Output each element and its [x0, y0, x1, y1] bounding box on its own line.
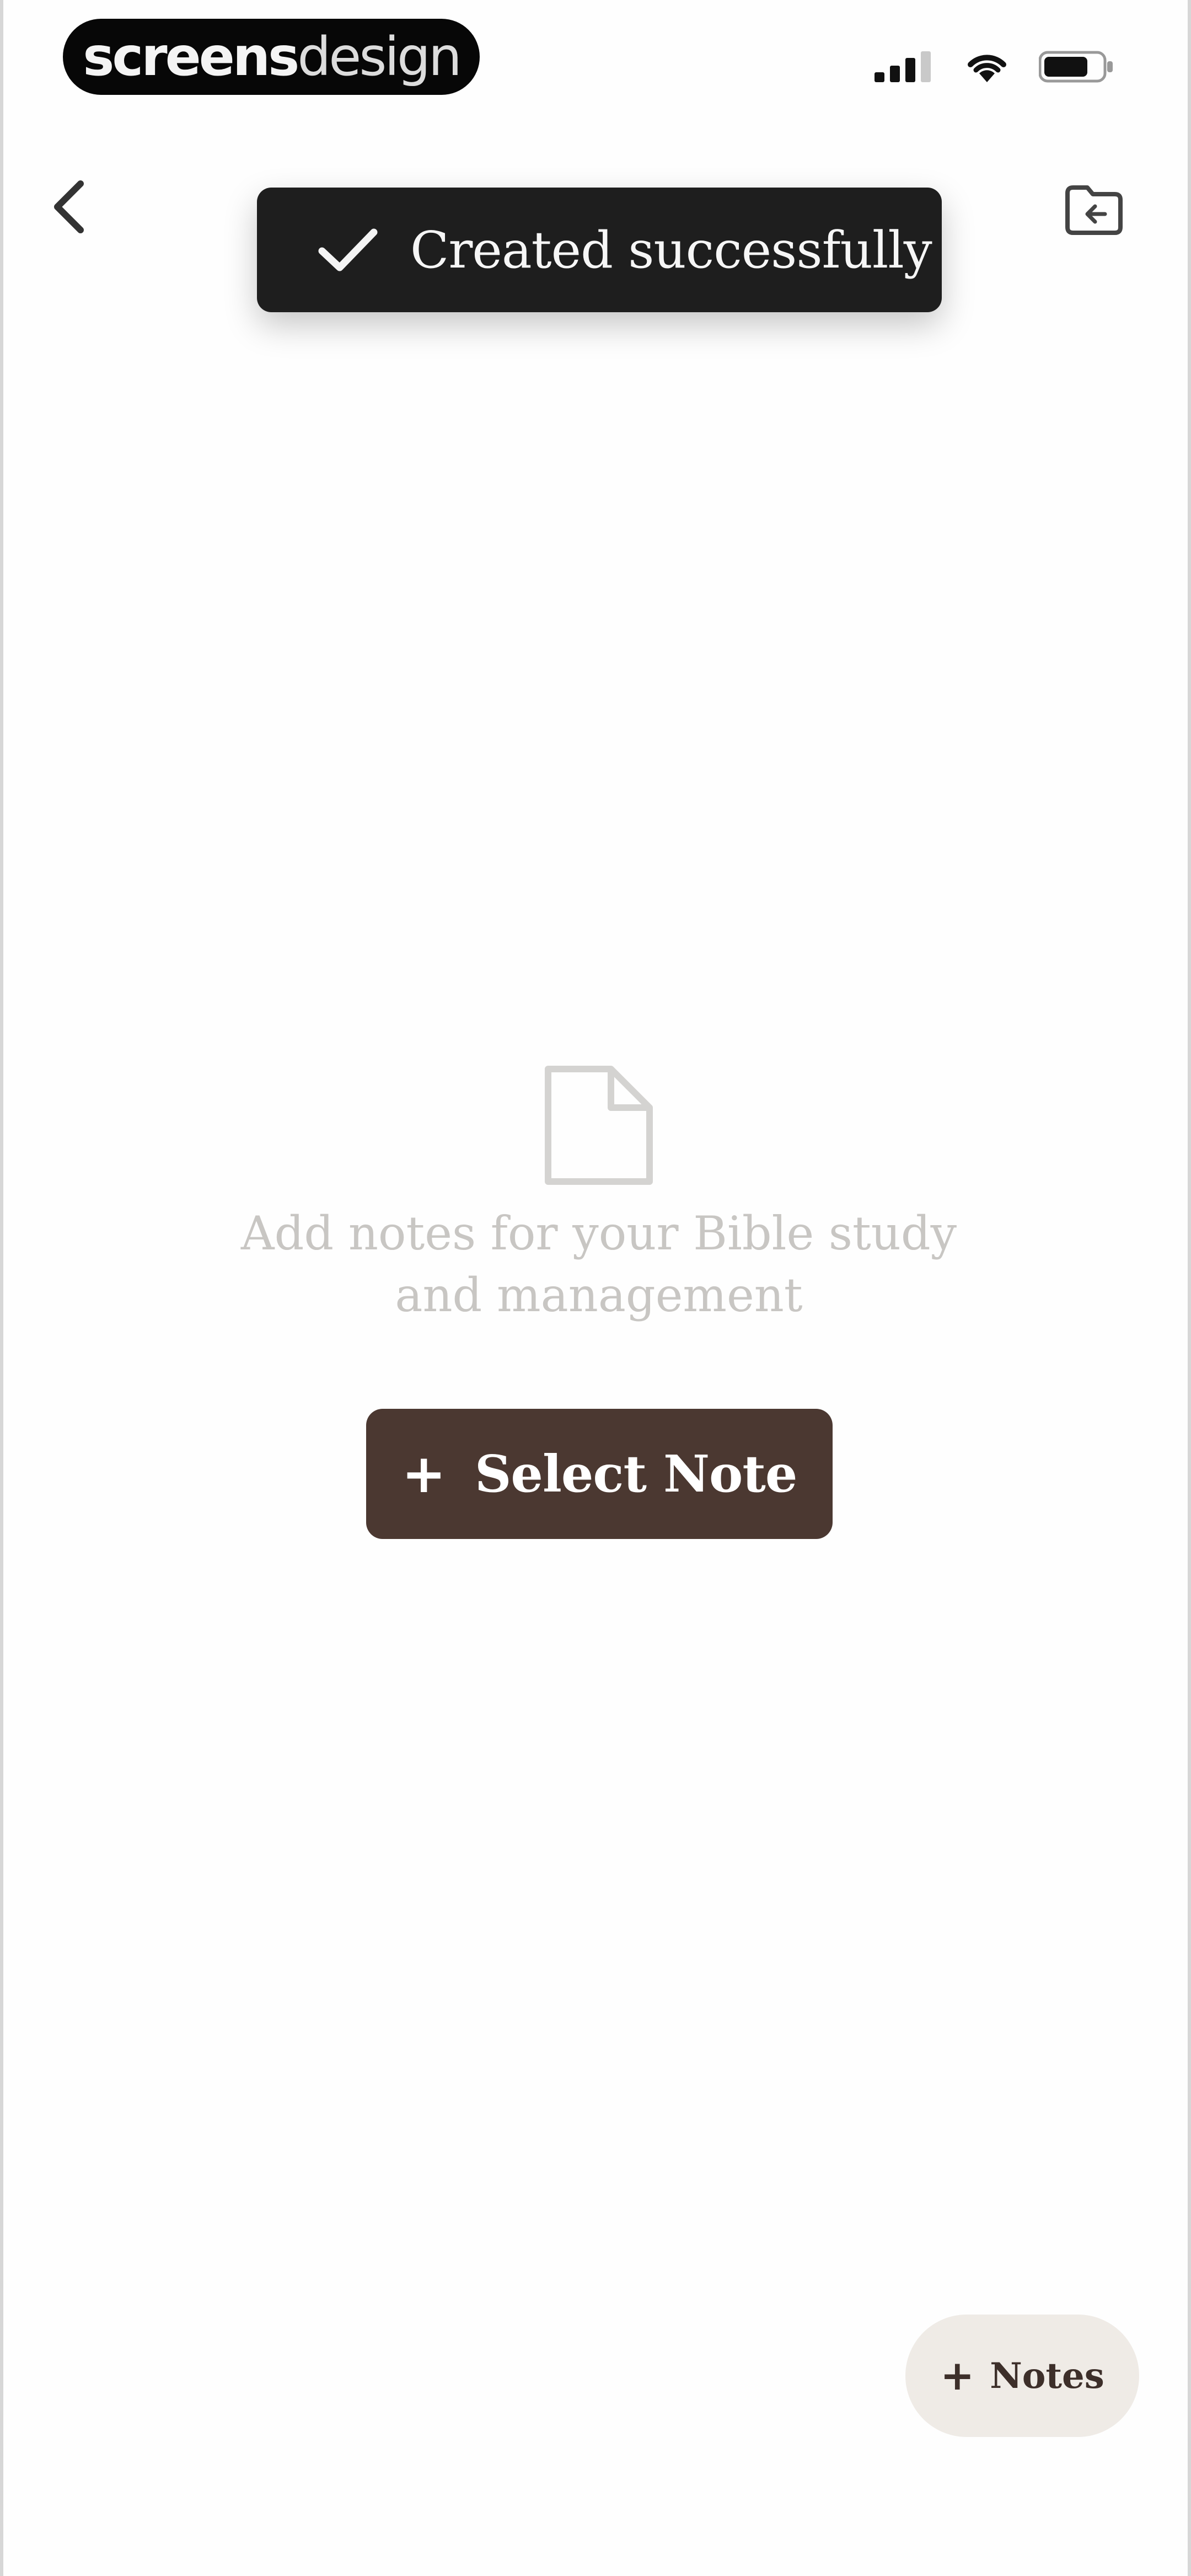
check-icon [318, 228, 378, 271]
select-note-label: Select Note [474, 1444, 797, 1504]
folder-button[interactable] [1061, 177, 1127, 243]
plus-icon: + [401, 1443, 446, 1505]
status-icons [875, 47, 1116, 86]
back-button[interactable] [39, 177, 99, 237]
toast-message: Created successfully [410, 220, 932, 280]
empty-state-line-1: Add notes for your Bible study [240, 1206, 957, 1260]
battery-icon [1039, 51, 1113, 83]
select-note-button[interactable]: + Select Note [366, 1409, 833, 1539]
signal-icon [875, 51, 931, 82]
screen-frame: screens design Created successfully Add … [0, 0, 1191, 2576]
plus-icon: + [940, 2352, 975, 2399]
wifi-icon [968, 55, 1006, 82]
empty-state-message: Add notes for your Bible study and manag… [169, 1203, 1029, 1326]
empty-state-line-2: and management [395, 1268, 803, 1322]
brand-light-text: design [297, 26, 462, 88]
notes-fab-button[interactable]: + Notes [905, 2315, 1139, 2437]
notes-fab-label: Notes [990, 2355, 1104, 2397]
success-toast: Created successfully [257, 188, 942, 312]
document-icon [545, 1066, 653, 1185]
chevron-left-icon [54, 180, 84, 233]
brand-bold-text: screens [83, 26, 299, 88]
screensdesign-watermark: screens design [63, 19, 480, 95]
folder-icon [1065, 185, 1123, 235]
